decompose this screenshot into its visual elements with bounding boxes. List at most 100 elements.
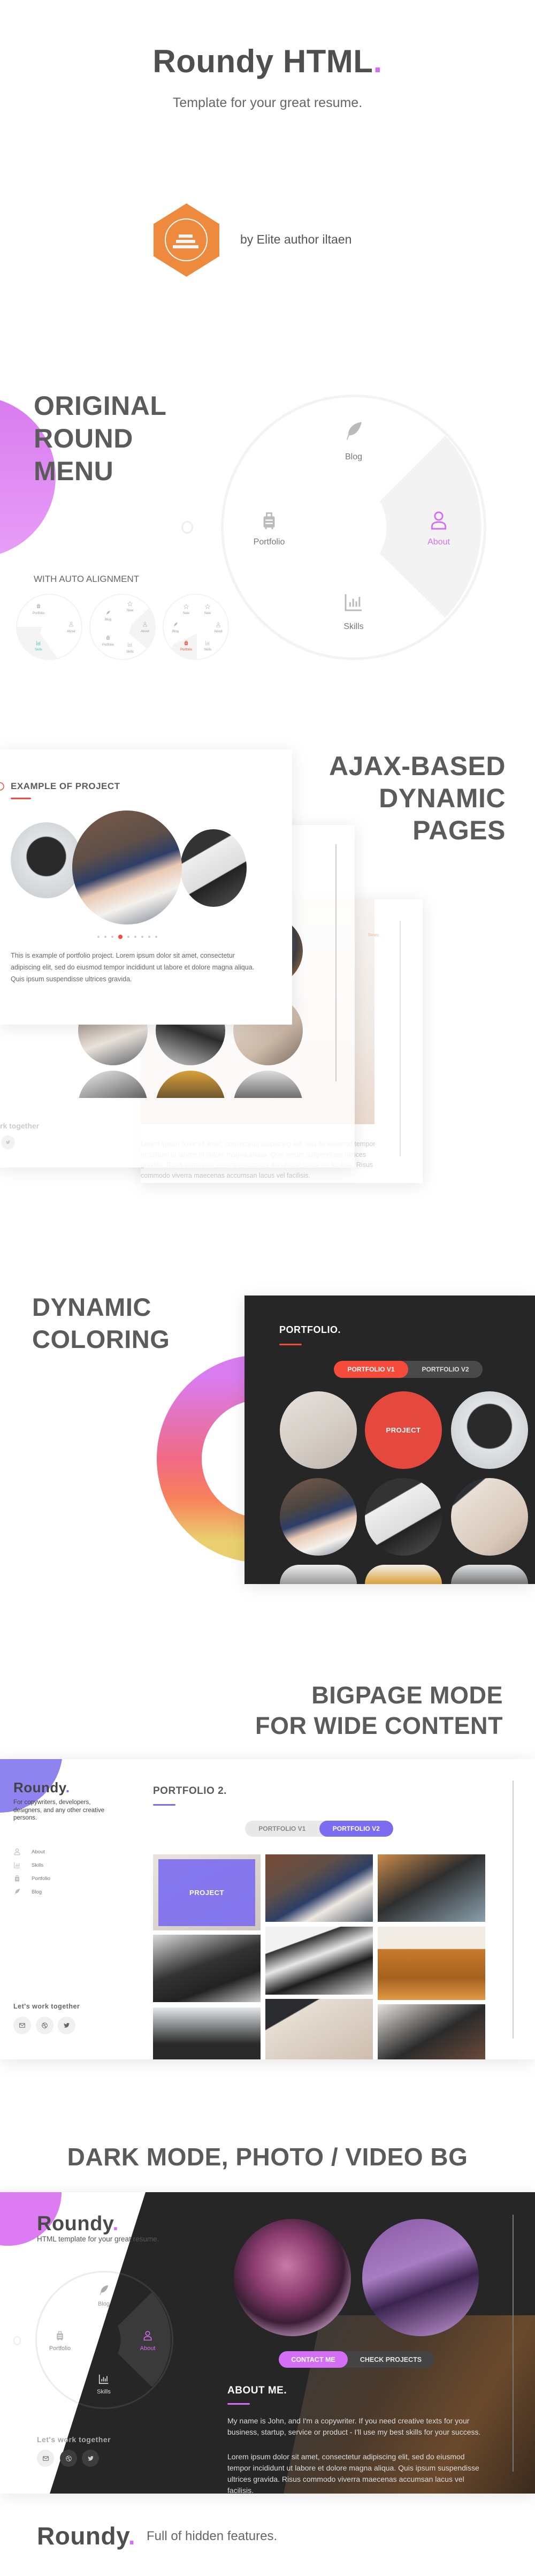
brand-logo[interactable]: Roundy. bbox=[37, 2213, 119, 2236]
portfolio-tile[interactable] bbox=[153, 1935, 261, 2002]
portfolio-photo[interactable] bbox=[451, 1565, 528, 1584]
mini-item-label: Portfolio bbox=[102, 643, 114, 647]
brand-subtitle: HTML template for your great resume. bbox=[37, 2235, 159, 2243]
portfolio-tile[interactable] bbox=[378, 1927, 485, 2000]
portfolio-tile[interactable] bbox=[265, 1927, 373, 1995]
contact-me-button[interactable]: CONTACT ME bbox=[279, 2351, 348, 2368]
dark-mode-heading: DARK MODE, PHOTO / VIDEO BG bbox=[67, 2143, 468, 2171]
portfolio-photo[interactable] bbox=[233, 1071, 303, 1098]
tab-portfolio-v1[interactable]: PORTFOLIO V1 bbox=[245, 1821, 319, 1837]
work-together-label: Let's work together bbox=[37, 2435, 111, 2444]
author-credit: by Elite author iltaen bbox=[240, 232, 352, 246]
footer-tagline: Full of hidden features. bbox=[147, 2529, 278, 2543]
scrollbar[interactable] bbox=[513, 2215, 514, 2472]
mini-item-label: New bbox=[126, 609, 134, 612]
mini-item-label: Blog bbox=[104, 618, 112, 622]
brand-logo[interactable]: Roundy. bbox=[13, 1779, 70, 1796]
portfolio-photo[interactable] bbox=[365, 1565, 442, 1584]
portfolio-photo[interactable] bbox=[78, 1071, 148, 1098]
tab-portfolio-v2[interactable]: PORTFOLIO V2 bbox=[319, 1821, 393, 1837]
slider-dot[interactable] bbox=[127, 936, 129, 938]
twitter-button[interactable] bbox=[1, 1135, 15, 1149]
portfolio-tile[interactable] bbox=[265, 1854, 373, 1922]
tab-portfolio-v2[interactable]: PORTFOLIO V2 bbox=[408, 1361, 483, 1378]
feather-icon bbox=[173, 622, 178, 627]
brand-text: Roundy bbox=[37, 2522, 128, 2550]
dribbble-button[interactable] bbox=[60, 2450, 77, 2467]
user-icon bbox=[142, 2330, 153, 2342]
portfolio-tile[interactable] bbox=[153, 2007, 261, 2059]
slider-photo-writing[interactable] bbox=[72, 810, 182, 925]
scrollbar[interactable] bbox=[335, 844, 337, 1081]
dribbble-icon bbox=[41, 2022, 48, 2029]
portfolio-photo[interactable] bbox=[451, 1478, 528, 1556]
portfolio-photo[interactable] bbox=[156, 1071, 225, 1098]
sidebar-item-portfolio[interactable]: Portfolio bbox=[13, 1875, 50, 1882]
scrollbar[interactable] bbox=[400, 921, 401, 1156]
tab-portfolio-v1[interactable]: PORTFOLIO V1 bbox=[334, 1361, 408, 1378]
menu-item-label: Portfolio bbox=[49, 2345, 71, 2352]
sidebar-item-label: About bbox=[32, 1848, 45, 1855]
slider-dot[interactable] bbox=[148, 936, 150, 938]
mini-item-label: About bbox=[67, 630, 75, 633]
dribbble-button[interactable] bbox=[36, 2017, 54, 2034]
portfolio-tile[interactable] bbox=[378, 2004, 485, 2059]
portfolio-tile[interactable] bbox=[265, 1999, 373, 2059]
twitter-button[interactable] bbox=[82, 2450, 99, 2467]
mini-item-label: Blog bbox=[172, 630, 179, 633]
portfolio-photo[interactable] bbox=[280, 1478, 357, 1556]
sidebar-item-about[interactable]: About bbox=[13, 1848, 45, 1855]
mail-button[interactable] bbox=[13, 2017, 31, 2034]
portfolio-photo[interactable] bbox=[280, 1565, 357, 1584]
slider-dot[interactable] bbox=[141, 936, 143, 938]
small-ring-handle[interactable] bbox=[13, 2336, 21, 2345]
menu-item-label: Skills bbox=[97, 2389, 111, 2395]
user-icon bbox=[429, 510, 449, 531]
check-projects-button[interactable]: CHECK PROJECTS bbox=[348, 2351, 434, 2368]
title-underline bbox=[279, 1344, 302, 1345]
project-overlay-label: PROJECT bbox=[386, 1426, 421, 1434]
title-underline bbox=[11, 798, 31, 799]
portfolio-photo[interactable] bbox=[451, 1391, 528, 1469]
back-arrow-icon[interactable] bbox=[0, 782, 4, 791]
mini-item-label: Skills bbox=[203, 648, 212, 651]
sidebar-item-skills[interactable]: Skills bbox=[13, 1861, 43, 1869]
mail-icon bbox=[19, 2022, 26, 2029]
portfolio-photo[interactable] bbox=[280, 1391, 357, 1469]
project-title: EXAMPLE OF PROJECT bbox=[11, 781, 120, 791]
brand-dot: . bbox=[112, 2213, 119, 2235]
portfolio-tile[interactable] bbox=[378, 1854, 485, 1922]
brand-text: Roundy bbox=[13, 1779, 66, 1795]
twitter-button[interactable] bbox=[58, 2017, 75, 2034]
suitcase-icon bbox=[13, 1875, 21, 1882]
chart-icon bbox=[343, 592, 364, 613]
star-icon bbox=[127, 601, 133, 607]
slider-dot[interactable] bbox=[111, 936, 113, 938]
portfolio-photo[interactable] bbox=[365, 1478, 442, 1556]
scrollbar[interactable] bbox=[513, 1781, 514, 2039]
sidebar-item-blog[interactable]: Blog bbox=[13, 1888, 42, 1896]
work-together-label: rk together bbox=[0, 1122, 40, 1130]
mini-item-label: New bbox=[204, 612, 211, 615]
menu-item-label: About bbox=[140, 2345, 156, 2352]
slider-dot[interactable] bbox=[134, 936, 136, 938]
heading-line: AJAX-BASED bbox=[328, 751, 506, 781]
slider-dot-active[interactable] bbox=[118, 935, 123, 939]
auto-alignment-caption: WITH AUTO ALIGNMENT bbox=[34, 574, 140, 584]
chart-icon bbox=[98, 2373, 110, 2385]
slider-dot[interactable] bbox=[97, 936, 100, 938]
hero-buttons: CONTACT ME CHECK PROJECTS bbox=[279, 2351, 434, 2368]
small-ring-handle[interactable] bbox=[181, 521, 193, 534]
slider-dot[interactable] bbox=[155, 936, 157, 938]
heading-line: ROUND bbox=[34, 423, 133, 453]
round-menu-heading: ORIGINAL ROUND MENU bbox=[34, 390, 166, 488]
project-description: This is example of portfolio project. Lo… bbox=[11, 952, 255, 983]
work-together-label: Let's work together bbox=[13, 2003, 80, 2010]
slider-photo-typewriter[interactable] bbox=[11, 822, 82, 898]
portfolio-tile-hover[interactable]: PROJECT bbox=[153, 1854, 261, 1930]
portfolio-photo-hover[interactable]: PROJECT bbox=[365, 1391, 442, 1469]
typewriter-photo bbox=[362, 2219, 479, 2336]
mail-button[interactable] bbox=[37, 2450, 54, 2467]
slider-photo-laptop[interactable] bbox=[180, 829, 247, 907]
slider-dot[interactable] bbox=[104, 936, 106, 938]
